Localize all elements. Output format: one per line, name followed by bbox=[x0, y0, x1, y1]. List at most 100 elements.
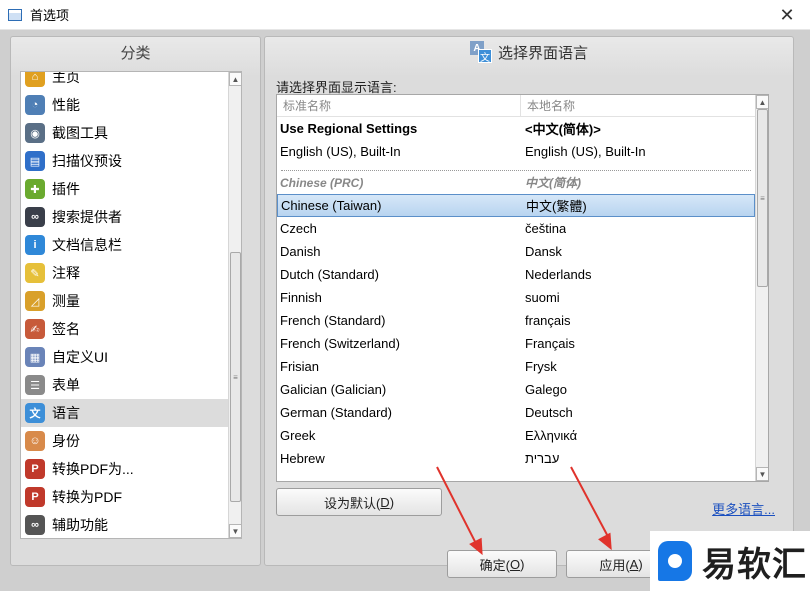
sidebar-item-label: 表单 bbox=[52, 377, 80, 393]
cell-standard-name: Frisian bbox=[280, 359, 320, 374]
language-header: A文 选择界面语言 bbox=[265, 37, 793, 67]
sidebar-item-label: 截图工具 bbox=[52, 125, 108, 141]
cell-standard-name: Chinese (PRC) bbox=[280, 175, 364, 190]
cell-standard-name: German (Standard) bbox=[280, 405, 392, 420]
cell-local-name: English (US), Built-In bbox=[525, 144, 646, 159]
column-header-local-name[interactable]: 本地名称 bbox=[521, 95, 575, 116]
language-icon: A文 bbox=[469, 41, 492, 64]
table-row[interactable]: Frisian Frysk bbox=[277, 355, 755, 378]
table-row[interactable]: Chinese (PRC) 中文(简体) bbox=[277, 171, 755, 194]
sidebar-item[interactable]: 文语言 bbox=[21, 399, 241, 427]
set-default-button[interactable]: 设为默认(D) bbox=[276, 488, 442, 516]
sidebar-item[interactable]: ✍ 签名 bbox=[21, 315, 241, 343]
table-scrollbar[interactable]: ▲ ≡ ▼ bbox=[755, 95, 768, 481]
cell-standard-name: Chinese (Taiwan) bbox=[281, 198, 382, 213]
sidebar-item-label: 自定义UI bbox=[52, 349, 108, 365]
table-row[interactable]: English (US), Built-In English (US), Buil… bbox=[277, 140, 755, 163]
cell-local-name: <中文(简体)> bbox=[525, 122, 601, 137]
table-row[interactable]: Danish Dansk bbox=[277, 240, 755, 263]
cell-standard-name: Danish bbox=[280, 244, 321, 259]
table-row[interactable]: Czech čeština bbox=[277, 217, 755, 240]
sidebar-item[interactable]: P 转换PDF为... bbox=[21, 455, 241, 483]
sidebar-item[interactable]: P 转换为PDF bbox=[21, 483, 241, 511]
language-header-title: 选择界面语言 bbox=[497, 44, 588, 62]
scroll-thumb[interactable]: ≡ bbox=[230, 252, 241, 502]
scroll-down-arrow[interactable]: ▼ bbox=[229, 524, 241, 538]
cell-local-name: 中文(简体) bbox=[525, 176, 581, 190]
language-icon: 文 bbox=[25, 403, 45, 423]
table-row[interactable]: Chinese (Taiwan) 中文(繁體) bbox=[277, 194, 755, 217]
table-row[interactable]: French (Switzerland) Français bbox=[277, 332, 755, 355]
close-button[interactable]: ✕ bbox=[764, 0, 810, 30]
cell-local-name: Deutsch bbox=[525, 405, 573, 420]
table-row[interactable]: Galician (Galician) Galego bbox=[277, 378, 755, 401]
cell-local-name: Ελληνικά bbox=[525, 428, 578, 443]
category-list[interactable]: ⌂ 主页 ◔ 性能 ◉ 截图工具 ▤ 扫描仪预设 ✚ 插件 ∞ 搜索提供者 i 文档信息栏 ✎ 注释 ◿ 测量 ✍ 签… bbox=[20, 71, 242, 539]
cell-standard-name: French (Standard) bbox=[280, 313, 386, 328]
sidebar-item[interactable]: ✎ 注释 bbox=[21, 259, 241, 287]
table-scroll-thumb[interactable]: ≡ bbox=[757, 109, 768, 287]
info-icon: i bbox=[25, 235, 45, 255]
preferences-dialog: 分类 ⌂ 主页 ◔ 性能 ◉ 截图工具 ▤ 扫描仪预设 ✚ 插件 ∞ 搜索提供者 i 文档信息栏 ✎ 注释 ◿ 测… bbox=[0, 30, 810, 591]
sidebar-item[interactable]: ◉ 截图工具 bbox=[21, 119, 241, 147]
table-row[interactable]: Greek Ελληνικά bbox=[277, 424, 755, 447]
cell-local-name: Dansk bbox=[525, 244, 562, 259]
scanner-icon: ▤ bbox=[25, 151, 45, 171]
window-app-icon bbox=[8, 8, 22, 21]
signature-icon: ✍ bbox=[25, 319, 45, 339]
watermark-text: 易软汇 bbox=[702, 544, 807, 585]
sidebar-item[interactable]: ▦ 自定义UI bbox=[21, 343, 241, 371]
sidebar-item[interactable]: ☰ 表单 bbox=[21, 371, 241, 399]
sidebar-item[interactable]: ▤ 扫描仪预设 bbox=[21, 147, 241, 175]
ok-button[interactable]: 确定(O) bbox=[447, 550, 557, 578]
cell-local-name: Galego bbox=[525, 382, 567, 397]
sidebar-item-label: 主页 bbox=[52, 71, 80, 85]
scroll-up-arrow[interactable]: ▲ bbox=[229, 72, 241, 86]
sidebar-item[interactable]: i 文档信息栏 bbox=[21, 231, 241, 259]
sidebar-item[interactable]: ◿ 测量 bbox=[21, 287, 241, 315]
column-header-standard-name[interactable]: 标准名称 bbox=[277, 95, 521, 116]
table-row[interactable]: German (Standard) Deutsch bbox=[277, 401, 755, 424]
sidebar-item-label: 扫描仪预设 bbox=[52, 153, 122, 169]
watermark-logo-icon bbox=[658, 541, 692, 581]
language-table[interactable]: 标准名称 本地名称 Use Regional Settings <中文(简体)> E… bbox=[276, 94, 769, 482]
table-row[interactable]: Dutch (Standard) Nederlands bbox=[277, 263, 755, 286]
table-row[interactable]: Hebrew עברית bbox=[277, 447, 755, 470]
cell-standard-name: Use Regional Settings bbox=[280, 121, 418, 136]
sidebar-item[interactable]: ∞ 辅助功能 bbox=[21, 511, 241, 538]
cell-local-name: Français bbox=[525, 336, 575, 351]
table-row[interactable]: Use Regional Settings <中文(简体)> bbox=[277, 117, 755, 140]
form-icon: ☰ bbox=[25, 375, 45, 395]
sidebar-item-label: 转换PDF为... bbox=[52, 461, 134, 477]
sidebar-item[interactable]: ∞ 搜索提供者 bbox=[21, 203, 241, 231]
cell-local-name: Nederlands bbox=[525, 267, 592, 282]
gauge-icon: ◔ bbox=[25, 95, 45, 115]
sidebar-item[interactable]: ✚ 插件 bbox=[21, 175, 241, 203]
category-header: 分类 bbox=[120, 44, 151, 62]
table-scroll-up-arrow[interactable]: ▲ bbox=[756, 95, 768, 109]
binoculars-icon: ∞ bbox=[25, 207, 45, 227]
sidebar-item-label: 语言 bbox=[52, 405, 80, 421]
cell-local-name: čeština bbox=[525, 221, 567, 236]
more-languages-link[interactable]: 更多语言... bbox=[712, 499, 775, 518]
sidebar-item-label: 转换为PDF bbox=[52, 489, 122, 505]
category-scrollbar[interactable]: ▲ ≡ ▼ bbox=[228, 72, 241, 538]
sidebar-item-label: 注释 bbox=[52, 265, 80, 281]
identity-icon: ☺ bbox=[25, 431, 45, 451]
table-header: 标准名称 本地名称 bbox=[277, 95, 768, 117]
sidebar-item[interactable]: ⌂ 主页 bbox=[21, 71, 241, 91]
cell-local-name: Frysk bbox=[525, 359, 557, 374]
camera-icon: ◉ bbox=[25, 123, 45, 143]
table-row[interactable]: French (Standard) français bbox=[277, 309, 755, 332]
table-scroll-down-arrow[interactable]: ▼ bbox=[756, 467, 768, 481]
cell-standard-name: French (Switzerland) bbox=[280, 336, 400, 351]
sidebar-item[interactable]: ☺ 身份 bbox=[21, 427, 241, 455]
sidebar-item-label: 性能 bbox=[52, 97, 80, 113]
window-title: 首选项 bbox=[30, 8, 70, 23]
sidebar-item-label: 插件 bbox=[52, 181, 80, 197]
cell-standard-name: Greek bbox=[280, 428, 316, 443]
sidebar-item[interactable]: ◔ 性能 bbox=[21, 91, 241, 119]
table-separator bbox=[281, 163, 751, 171]
cell-local-name: suomi bbox=[525, 290, 560, 305]
table-row[interactable]: Finnish suomi bbox=[277, 286, 755, 309]
